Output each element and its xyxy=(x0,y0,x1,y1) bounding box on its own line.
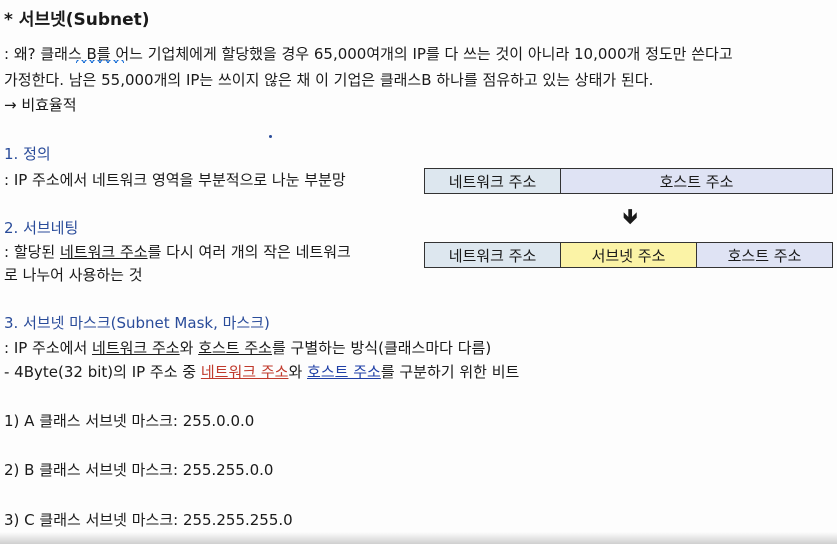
down-arrow-icon: 🡻 xyxy=(623,204,638,228)
intro-line-2: 가정한다. 남은 55,000개의 IP는 쓰이지 않은 채 이 기업은 클래스… xyxy=(4,71,654,89)
intro-conclusion: → 비효율적 xyxy=(4,96,77,114)
page-title: * 서브넷(Subnet) xyxy=(4,10,150,30)
network-address-cell: 네트워크 주소 xyxy=(425,243,561,267)
mask-line-2: - 4Byte(32 bit)의 IP 주소 중 네트워크 주소와 호스트 주소… xyxy=(4,363,520,381)
mask-heading: 3. 서브넷 마스크(Subnet Mask, 마스크) xyxy=(4,314,270,332)
cursor-dot xyxy=(269,135,272,138)
subnetting-heading: 2. 서브네팅 xyxy=(4,219,79,237)
address-diagram-row-1: 네트워크 주소 호스트 주소 xyxy=(424,168,833,194)
host-address-cell: 호스트 주소 xyxy=(697,243,832,267)
spellcheck-squiggle xyxy=(76,60,124,66)
definition-heading: 1. 정의 xyxy=(4,145,51,163)
mask-line-1: : IP 주소에서 네트워크 주소와 호스트 주소를 구별하는 방식(클래스마다… xyxy=(4,339,492,357)
subnetting-text-2: 로 나누어 사용하는 것 xyxy=(4,266,143,284)
network-address-cell: 네트워크 주소 xyxy=(425,169,561,193)
subnet-address-cell: 서브넷 주소 xyxy=(561,243,697,267)
definition-text: : IP 주소에서 네트워크 영역을 부분적으로 나눈 부분망 xyxy=(4,171,346,189)
class-b-mask: 2) B 클래스 서브넷 마스크: 255.255.0.0 xyxy=(4,461,274,479)
class-c-mask: 3) C 클래스 서브넷 마스크: 255.255.255.0 xyxy=(4,511,293,529)
address-diagram-row-2: 네트워크 주소 서브넷 주소 호스트 주소 xyxy=(424,242,833,268)
subnetting-text-1: : 할당된 네트워크 주소를 다시 여러 개의 작은 네트워크 xyxy=(4,243,351,261)
class-a-mask: 1) A 클래스 서브넷 마스크: 255.0.0.0 xyxy=(4,412,255,430)
host-address-cell: 호스트 주소 xyxy=(561,169,832,193)
bottom-shadow xyxy=(0,532,837,544)
